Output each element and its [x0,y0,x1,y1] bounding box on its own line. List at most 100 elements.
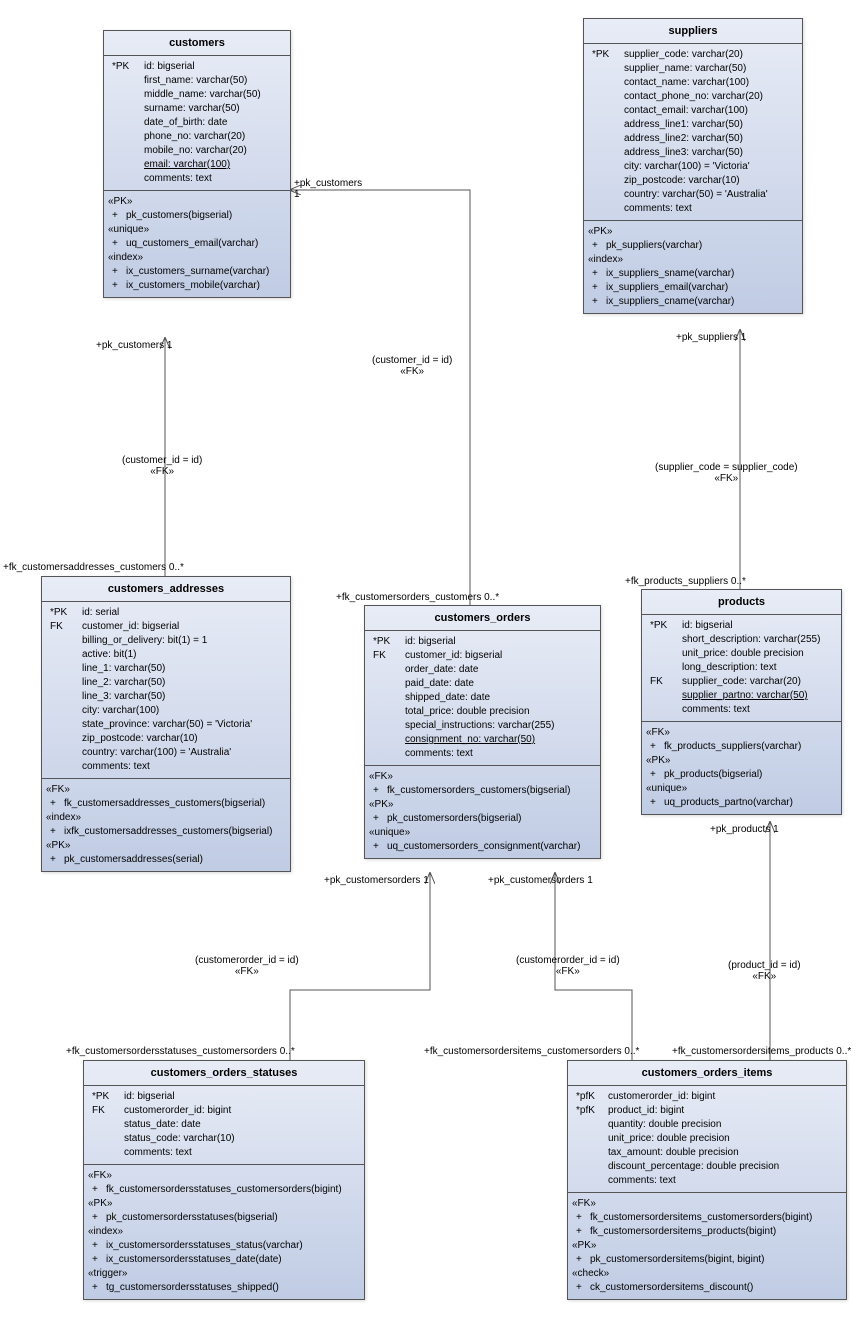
operation-row: +ixfk_customersaddresses_customers(bigse… [50,825,282,839]
column-row: status_date: date [92,1118,356,1132]
entity-customers-orders-items[interactable]: customers_orders_items *pfKcustomerorder… [567,1060,847,1300]
columns-section: *PKid: bigserialshort_description: varch… [642,615,841,722]
operation-row: +ix_suppliers_sname(varchar) [592,267,794,281]
column-row: city: varchar(100) [50,704,282,718]
column-row: comments: text [592,202,794,216]
column-row: address_line1: varchar(50) [592,118,794,132]
entity-title: suppliers [584,19,802,44]
column-row: country: varchar(50) = 'Australia' [592,188,794,202]
ops-section: «PK»+pk_customers(bigserial)«unique»+uq_… [104,191,290,297]
column-row: special_instructions: varchar(255) [373,719,592,733]
stereotype-label: «PK» [572,1239,838,1253]
column-row: unit_price: double precision [650,647,833,661]
entity-title: customers_addresses [42,577,290,602]
stereotype-label: «FK» [369,770,592,784]
stereotype-label: «PK» [588,225,794,239]
ops-section: «FK»+fk_customersordersitems_customersor… [568,1193,846,1299]
column-row: FKcustomer_id: bigserial [373,649,592,663]
columns-section: *PKid: bigserialfirst_name: varchar(50)m… [104,56,290,191]
operation-row: +fk_customersordersitems_products(bigint… [576,1225,838,1239]
entity-suppliers[interactable]: suppliers *PKsupplier_code: varchar(20)s… [583,18,803,314]
column-row: comments: text [576,1174,838,1188]
column-row: FKcustomerorder_id: bigint [92,1104,356,1118]
operation-row: +ix_suppliers_email(varchar) [592,281,794,295]
stereotype-label: «FK» [46,783,282,797]
operation-row: +tg_customersordersstatuses_shipped() [92,1281,356,1295]
stereotype-label: «FK» [88,1169,356,1183]
stereotype-label: «unique» [369,826,592,840]
column-row: FKsupplier_code: varchar(20) [650,675,833,689]
column-row: zip_postcode: varchar(10) [592,174,794,188]
label-fk1: (customer_id = id)«FK» [122,455,202,477]
stereotype-label: «index» [108,251,282,265]
column-row: surname: varchar(50) [112,102,282,116]
column-row: quantity: double precision [576,1118,838,1132]
column-row: address_line2: varchar(50) [592,132,794,146]
stereotype-label: «PK» [369,798,592,812]
entity-customers-orders[interactable]: customers_orders *PKid: bigserialFKcusto… [364,605,601,859]
column-row: contact_phone_no: varchar(20) [592,90,794,104]
columns-section: *PKsupplier_code: varchar(20)supplier_na… [584,44,802,221]
entity-customers-orders-statuses[interactable]: customers_orders_statuses *PKid: bigseri… [83,1060,365,1300]
label-pk-suppliers: +pk_suppliers 1 [676,332,746,343]
operation-row: +pk_suppliers(varchar) [592,239,794,253]
label-fk5: (customerorder_id = id)«FK» [516,955,620,977]
column-row: line_2: varchar(50) [50,676,282,690]
column-row: active: bit(1) [50,648,282,662]
operation-row: +ix_customers_surname(varchar) [112,265,282,279]
stereotype-label: «FK» [646,726,833,740]
column-row: state_province: varchar(50) = 'Victoria' [50,718,282,732]
columns-section: *PKid: serialFKcustomer_id: bigserialbil… [42,602,290,779]
column-row: line_1: varchar(50) [50,662,282,676]
stereotype-label: «index» [88,1225,356,1239]
operation-row: +pk_customers(bigserial) [112,209,282,223]
column-row: zip_postcode: varchar(10) [50,732,282,746]
operation-row: +pk_customersorders(bigserial) [373,812,592,826]
ops-section: «FK»+fk_customersaddresses_customers(big… [42,779,290,871]
entity-products[interactable]: products *PKid: bigserialshort_descripti… [641,589,842,815]
column-row: unit_price: double precision [576,1132,838,1146]
operation-row: +uq_customersorders_consignment(varchar) [373,840,592,854]
label-fk-items-prod: +fk_customersordersitems_products 0..* [672,1046,851,1057]
operation-row: +uq_customers_email(varchar) [112,237,282,251]
column-row: status_code: varchar(10) [92,1132,356,1146]
column-row: *PKsupplier_code: varchar(20) [592,48,794,62]
column-row: discount_percentage: double precision [576,1160,838,1174]
column-row: *pfKcustomerorder_id: bigint [576,1090,838,1104]
operation-row: +pk_customersordersitems(bigint, bigint) [576,1253,838,1267]
operation-row: +fk_customersaddresses_customers(bigseri… [50,797,282,811]
column-row: phone_no: varchar(20) [112,130,282,144]
ops-section: «FK»+fk_customersorders_customers(bigser… [365,766,600,858]
column-row: tax_amount: double precision [576,1146,838,1160]
operation-row: +fk_customersordersstatuses_customersord… [92,1183,356,1197]
stereotype-label: «PK» [88,1197,356,1211]
stereotype-label: «check» [572,1267,838,1281]
entity-customers-addresses[interactable]: customers_addresses *PKid: serialFKcusto… [41,576,291,872]
label-fk-items-co: +fk_customersordersitems_customersorders… [424,1046,639,1057]
entity-title: customers_orders [365,606,600,631]
column-row: billing_or_delivery: bit(1) = 1 [50,634,282,648]
column-row: order_date: date [373,663,592,677]
column-row: address_line3: varchar(50) [592,146,794,160]
column-row: paid_date: date [373,677,592,691]
column-row: contact_email: varchar(100) [592,104,794,118]
ops-section: «FK»+fk_customersordersstatuses_customer… [84,1165,364,1299]
column-row: comments: text [650,703,833,717]
column-row: comments: text [92,1146,356,1160]
ops-section: «FK»+fk_products_suppliers(varchar)«PK»+… [642,722,841,814]
entity-customers[interactable]: customers *PKid: bigserialfirst_name: va… [103,30,291,298]
stereotype-label: «FK» [572,1197,838,1211]
column-row: first_name: varchar(50) [112,74,282,88]
column-row: country: varchar(100) = 'Australia' [50,746,282,760]
operation-row: +ck_customersordersitems_discount() [576,1281,838,1295]
column-row: line_3: varchar(50) [50,690,282,704]
label-fk6: (product_id = id)«FK» [728,960,801,982]
label-fk2: (customer_id = id)«FK» [372,355,452,377]
ops-section: «PK»+pk_suppliers(varchar)«index»+ix_sup… [584,221,802,313]
stereotype-label: «PK» [46,839,282,853]
entity-title: products [642,590,841,615]
column-row: supplier_name: varchar(50) [592,62,794,76]
label-pk-co-2: +pk_customersorders 1 [488,875,593,886]
label-pk-customers-2: +pk_customers1 [294,178,362,200]
column-row: comments: text [50,760,282,774]
